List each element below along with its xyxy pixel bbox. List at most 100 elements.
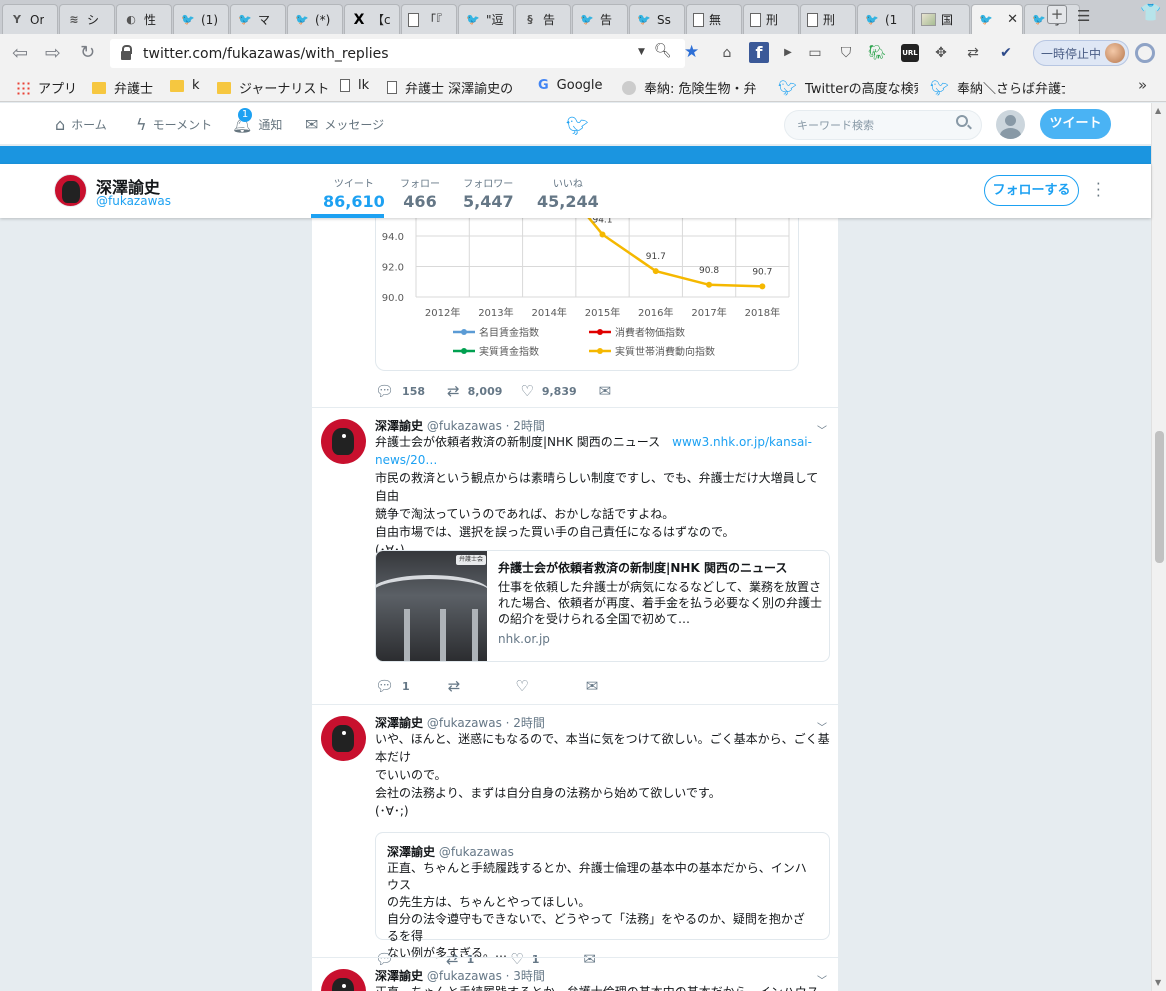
dm-action[interactable]: ✉ — [586, 677, 599, 695]
twitter-bird-icon[interactable]: 🐦︎ — [566, 116, 589, 137]
browser-tab[interactable]: 🐦 (1) — [173, 4, 229, 34]
bookmark-star-icon[interactable]: ★ — [684, 42, 699, 62]
stat-tweets[interactable]: ツイート 86,610 — [323, 175, 385, 211]
browser-tab[interactable]: 🐦 マ — [230, 4, 286, 34]
browser-tab[interactable]: 🐦 告 — [572, 4, 628, 34]
bookmark-icon[interactable]: ⛉ — [836, 42, 856, 63]
move-icon[interactable]: ✥ — [931, 42, 951, 63]
user-avatar[interactable] — [996, 110, 1025, 139]
browser-tab[interactable]: 🐦 ✕ — [971, 4, 1023, 34]
link-preview-card[interactable]: 弁護士会 弁護士会が依頼者救済の新制度|NHK 関西のニュース 仕事を依頼した弁… — [375, 550, 830, 662]
bookmark-item[interactable]: 🐦︎ 奉納＼さらば弁護士 — [930, 78, 1065, 97]
back-arrow-icon[interactable]: ⇦ — [12, 42, 28, 64]
url-text[interactable]: twitter.com/fukazawas/with_replies — [143, 46, 389, 62]
browser-tab[interactable]: 🐦 "逗 — [458, 4, 514, 34]
like-action[interactable]: ♡ — [515, 677, 528, 695]
reply-action[interactable]: 💬︎ 158 — [375, 382, 425, 400]
tweet[interactable]: 深澤諭史 @fukazawas · 2時間 ﹀ 弁護士会が依頼者救済の新制度|N… — [312, 407, 838, 704]
tweet[interactable]: 深澤諭史 @fukazawas · 3時間 ﹀ 正直、ちゃんと手続履践するとか、… — [312, 957, 838, 991]
profile-avatar[interactable] — [54, 174, 87, 207]
tweet-author-handle[interactable]: @fukazawas — [427, 969, 502, 983]
url-dropdown-icon[interactable]: ▼ — [638, 47, 645, 57]
tweet-author-handle[interactable]: @fukazawas — [427, 419, 502, 433]
reply-action[interactable]: 💬︎ 1 — [375, 677, 410, 695]
browser-tab[interactable]: ◐ 性 — [116, 4, 172, 34]
chart-image-card[interactable]: 94.0 92.0 90.0 2012年 2013年 2014年 2015年 2016年 201… — [375, 218, 799, 371]
nav-home[interactable]: ⌂ ホーム — [55, 115, 107, 134]
tweet-author-name[interactable]: 深澤諭史 — [375, 716, 423, 730]
tweet-timestamp[interactable]: · 2時間 — [506, 419, 545, 433]
nav-moments[interactable]: ϟ モーメント — [136, 115, 212, 134]
bookmark-item[interactable]: 奉納: 危険生物・弁護 — [622, 78, 757, 97]
tab-list-icon[interactable]: ☰ — [1077, 7, 1090, 25]
retweet-action[interactable]: ⇄ — [448, 677, 461, 695]
browser-tab[interactable]: X 【c — [344, 4, 400, 34]
bookmark-item[interactable]: G Google — [538, 78, 603, 93]
shuffle-icon[interactable]: ⇄ — [963, 42, 983, 63]
browser-tab[interactable]: ≋ シ — [59, 4, 115, 34]
bookmark-item[interactable]: lk — [340, 78, 369, 93]
tweet-link[interactable]: news/20… — [375, 453, 437, 467]
sync-paused-button[interactable]: 一時停止中 — [1033, 40, 1129, 66]
browser-tab[interactable]: Y Or — [2, 4, 58, 34]
page-scrollbar[interactable]: ▲ ▼ — [1151, 103, 1166, 991]
tweet-avatar[interactable] — [321, 969, 366, 991]
bookmark-item[interactable]: ジャーナリスト — [217, 78, 329, 97]
tweet-timestamp[interactable]: · 3時間 — [506, 969, 545, 983]
like-action[interactable]: ♡ 9,839 — [520, 382, 576, 400]
tweet-avatar[interactable] — [321, 419, 366, 464]
bookmarks-overflow-icon[interactable]: » — [1138, 76, 1147, 94]
bookmark-item[interactable]: 弁護士 深澤諭史の — [387, 78, 513, 97]
browser-tab[interactable]: 刑 — [743, 4, 799, 34]
browser-tab[interactable]: 国 — [914, 4, 970, 34]
follow-button[interactable]: フォローする — [984, 175, 1079, 206]
scroll-down-arrow-icon[interactable]: ▼ — [1155, 978, 1161, 987]
forward-arrow-icon[interactable]: ⇨ — [45, 42, 61, 64]
new-tab-button[interactable]: + — [1047, 5, 1067, 24]
facebook-icon[interactable]: f — [749, 42, 769, 63]
browser-tab[interactable]: 「『 — [401, 4, 457, 34]
tweet-author-name[interactable]: 深澤諭史 — [375, 419, 423, 433]
quoted-tweet-card[interactable]: 深澤諭史 @fukazawas 正直、ちゃんと手続履践するとか、弁護士倫理の基本… — [375, 832, 830, 960]
browser-tab[interactable]: 🐦 Ss — [629, 4, 685, 34]
search-icon[interactable] — [956, 115, 968, 127]
tweet-button[interactable]: ツイート — [1040, 109, 1111, 139]
profile-handle[interactable]: @fukazawas — [96, 194, 171, 208]
zoom-icon[interactable]: 🔍︎ — [654, 43, 672, 59]
scroll-up-arrow-icon[interactable]: ▲ — [1155, 106, 1161, 115]
browser-tab[interactable]: 刑 — [800, 4, 856, 34]
bookmark-item[interactable]: k — [170, 78, 200, 93]
tweet-author-handle[interactable]: @fukazawas — [427, 716, 502, 730]
tweet[interactable]: 深澤諭史 @fukazawas · 2時間 ﹀ いや、ほんと、迷惑にもなるので、… — [312, 704, 838, 968]
browser-tab[interactable]: § 告 — [515, 4, 571, 34]
browser-tab[interactable]: 無 — [686, 4, 742, 34]
bookmark-item[interactable]: 弁護士 — [92, 78, 153, 97]
bookmark-item[interactable]: 🐦︎ Twitterの高度な検索 — [778, 78, 918, 97]
evernote-icon[interactable]: 🐘︎ — [867, 42, 887, 63]
stat-following[interactable]: フォロー 466 — [400, 175, 440, 211]
inbox-icon[interactable]: ▭ — [805, 42, 825, 63]
bookmark-item[interactable]: アプリ — [16, 78, 76, 97]
tweet-link[interactable]: www3.nhk.or.jp/kansai- — [672, 435, 812, 449]
scrollbar-thumb[interactable] — [1155, 431, 1164, 563]
home-icon[interactable]: ⌂ — [717, 42, 737, 63]
retweet-action[interactable]: ⇄ 8,009 — [447, 382, 502, 400]
stat-likes[interactable]: いいね 45,244 — [537, 175, 599, 211]
more-options-icon[interactable]: · · · — [1096, 177, 1101, 204]
nav-messages[interactable]: ✉ メッセージ — [305, 115, 384, 134]
reload-icon[interactable]: ↻ — [80, 42, 95, 63]
browser-tab[interactable]: 🐦 (*) — [287, 4, 343, 34]
browser-tab[interactable]: 🐦 (1 — [857, 4, 913, 34]
search-input[interactable]: キーワード検索 — [784, 110, 982, 140]
tweet-avatar[interactable] — [321, 716, 366, 761]
stat-followers[interactable]: フォロワー 5,447 — [463, 175, 514, 211]
tweet-author-name[interactable]: 深澤諭史 — [375, 969, 423, 983]
shield-check-icon[interactable]: ✔ — [996, 42, 1016, 63]
address-bar[interactable]: twitter.com/fukazawas/with_replies — [110, 39, 685, 68]
play-icon[interactable]: ▶ — [778, 42, 798, 63]
extension-settings-icon[interactable] — [1135, 43, 1155, 63]
url-shortener-icon[interactable]: URL — [901, 44, 919, 62]
tweet-timestamp[interactable]: · 2時間 — [506, 716, 545, 730]
shirt-icon[interactable]: 👕 — [1140, 3, 1161, 23]
close-icon[interactable]: ✕ — [1007, 12, 1018, 27]
